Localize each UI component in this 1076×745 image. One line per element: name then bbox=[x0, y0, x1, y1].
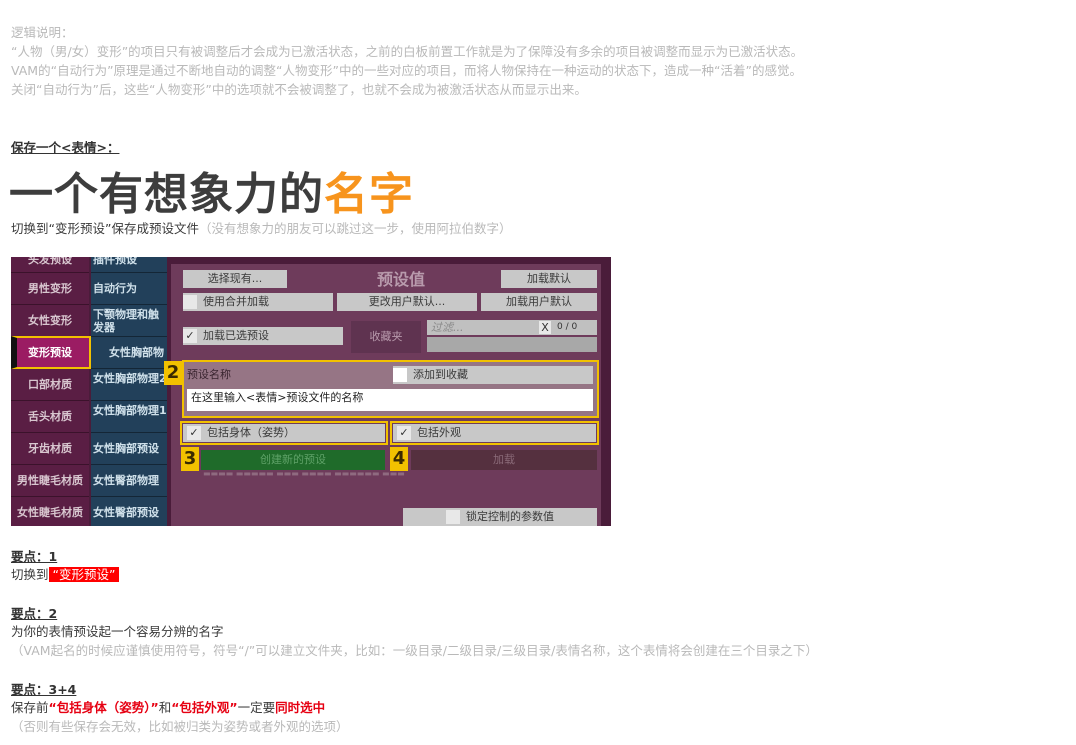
logic-line-3: 关闭“自动行为”后，这些“人物变形”中的选项就不会被调整了，也就不会成为被激活状… bbox=[11, 82, 587, 97]
filter-count: 0 / 0 bbox=[557, 322, 578, 332]
tab-teeth-material[interactable]: 牙齿材质 bbox=[11, 433, 89, 465]
page-title: 一个有想象力的名字 bbox=[9, 158, 414, 222]
tab-breast-physics-2[interactable]: 女性胸部物理2 bbox=[91, 369, 167, 401]
tab-breast-preset[interactable]: 女性胸部预设 bbox=[91, 433, 167, 465]
load-selected-toggle[interactable]: ✓ 加载已选预设 bbox=[183, 327, 343, 345]
preset-name-label: 预设名称 bbox=[187, 368, 231, 381]
vam-screenshot: 头发预设 男性变形 女性变形 变形预设 口部材质 舌头材质 牙齿材质 男性睫毛材… bbox=[11, 257, 611, 526]
favorites-dropdown[interactable] bbox=[427, 337, 597, 352]
load-button[interactable]: 加载 bbox=[411, 450, 597, 470]
point-1-title: 要点：1 bbox=[11, 549, 58, 564]
point-1-prefix: 切换到 bbox=[11, 567, 49, 582]
point-34-note: （否则有些保存会无效，比如被归类为姿势或者外观的选项） bbox=[11, 719, 349, 734]
check-icon: ✓ bbox=[183, 329, 197, 343]
tab-jaw-physics[interactable]: 下颚物理和触发器 bbox=[91, 305, 167, 337]
check-icon: ✓ bbox=[187, 426, 201, 440]
instruction-text: 切换到“变形预设”保存成预设文件 bbox=[11, 221, 199, 236]
load-user-default-button[interactable]: 加载用户默认 bbox=[481, 293, 597, 311]
add-favorite-toggle[interactable]: 添加到收藏 bbox=[393, 366, 593, 384]
point-34-line: 保存前“包括身体（姿势）”和“包括外观”一定要同时选中 bbox=[11, 698, 325, 717]
point-2-note: （VAM起名的时候应谨慎使用符号，符号“/”可以建立文件夹，比如：一级目录/二级… bbox=[11, 643, 818, 658]
tab-male-lash-material[interactable]: 男性睫毛材质 bbox=[11, 465, 89, 497]
load-default-button[interactable]: 加载默认 bbox=[501, 270, 597, 288]
title-accent: 名字 bbox=[324, 169, 414, 220]
tab-auto-behavior[interactable]: 自动行为 bbox=[91, 273, 167, 305]
point-1-badge: “变形预设” bbox=[48, 567, 120, 582]
point-34-appearance: “包括外观” bbox=[171, 700, 238, 715]
marker-2: 2 bbox=[164, 361, 182, 385]
point-1-line: 切换到 “变形预设” bbox=[11, 565, 120, 584]
tab-breast-physics-1[interactable]: 女性胸部物理1 bbox=[91, 401, 167, 433]
tab-glute-physics[interactable]: 女性臀部物理 bbox=[91, 465, 167, 497]
instruction: 切换到“变形预设”保存成预设文件（没有想象力的朋友可以跳过这一步，使用阿拉伯数字… bbox=[11, 219, 511, 238]
point-34-title: 要点：3+4 bbox=[11, 682, 77, 697]
filter-input[interactable]: 过滤... bbox=[431, 320, 464, 335]
logic-line-2: VAM的“自动行为”原理是通过不断地自动的调整“人物变形”中的一些对应的项目，而… bbox=[11, 63, 802, 78]
logic-line-1: “人物（男/女）变形”的项目只有被调整后才会成为已激活状态，之前的白板前置工作就… bbox=[11, 44, 804, 59]
point-34-and: 和 bbox=[158, 700, 172, 715]
checkbox-empty-icon bbox=[183, 295, 197, 309]
clear-filter-icon[interactable]: X bbox=[539, 321, 551, 334]
favorites-label: 收藏夹 bbox=[351, 321, 421, 353]
highlight-1 bbox=[11, 336, 91, 369]
merge-load-toggle[interactable]: 使用合并加载 bbox=[183, 293, 333, 311]
point-34-prefix: 保存前 bbox=[11, 700, 49, 715]
title-main: 一个有想象力的 bbox=[9, 169, 324, 220]
tab-male-morph[interactable]: 男性变形 bbox=[11, 273, 89, 305]
select-existing-button[interactable]: 选择现有... bbox=[183, 270, 287, 288]
tab-female-lash-material[interactable]: 女性睫毛材质 bbox=[11, 497, 89, 526]
change-user-default-button[interactable]: 更改用户默认... bbox=[337, 293, 477, 311]
preset-name-input[interactable]: 在这里输入<表情>预设文件的名称 bbox=[187, 389, 593, 411]
tab-glute-preset[interactable]: 女性臀部预设 bbox=[91, 497, 167, 526]
point-34-body: “包括身体（姿势）” bbox=[48, 700, 159, 715]
tab-mouth-material[interactable]: 口部材质 bbox=[11, 369, 89, 401]
section-heading: 保存一个<表情>： bbox=[11, 140, 120, 155]
tab-breast-physics[interactable]: 女性胸部物理 bbox=[91, 337, 167, 391]
checkbox-empty-icon bbox=[446, 510, 460, 524]
point-2-title: 要点：2 bbox=[11, 606, 58, 621]
filter-box: 过滤... X 0 / 0 bbox=[427, 320, 597, 335]
point-34-both: 同时选中 bbox=[275, 700, 326, 715]
lock-params-button[interactable]: 锁定控制的参数值 bbox=[403, 508, 597, 526]
include-body-toggle[interactable]: ✓ 包括身体（姿势） bbox=[183, 424, 385, 442]
include-appearance-toggle[interactable]: ✓ 包括外观 bbox=[393, 424, 596, 442]
tab-tongue-material[interactable]: 舌头材质 bbox=[11, 401, 89, 433]
point-34-must: 一定要 bbox=[237, 700, 276, 715]
tab-female-morph[interactable]: 女性变形 bbox=[11, 305, 89, 337]
marker-3: 3 bbox=[181, 447, 199, 471]
create-preset-button[interactable]: 创建新的预设 bbox=[201, 450, 385, 470]
panel-title: 预设值 bbox=[376, 270, 425, 289]
check-icon: ✓ bbox=[397, 426, 411, 440]
point-2-line: 为你的表情预设起一个容易分辨的名字 bbox=[11, 624, 224, 639]
checkbox-empty-icon bbox=[393, 368, 407, 382]
tab-plugin-preset[interactable]: 插件预设 bbox=[91, 257, 167, 273]
marker-4: 4 bbox=[390, 447, 408, 471]
logic-title: 逻辑说明： bbox=[11, 25, 74, 40]
tab-hair-preset[interactable]: 头发预设 bbox=[11, 257, 89, 273]
instruction-note: （没有想象力的朋友可以跳过这一步，使用阿拉伯数字） bbox=[198, 221, 512, 236]
